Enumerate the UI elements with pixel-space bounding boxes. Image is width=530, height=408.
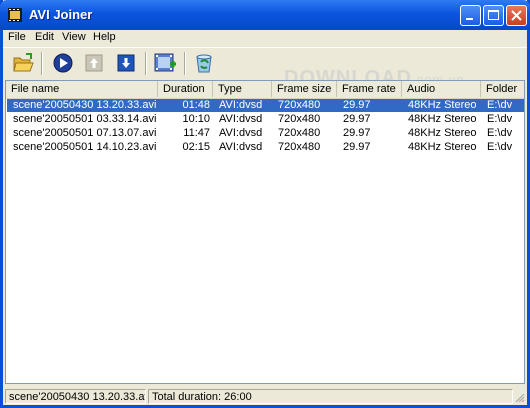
list-header: File name Duration Type Frame size Frame… (6, 81, 524, 99)
app-window: AVI Joiner File Edit View Help DOWNLOAD … (0, 0, 530, 408)
cell-type: AVI:dvsd (219, 127, 263, 139)
menu-help[interactable]: Help (93, 31, 116, 43)
table-row[interactable]: scene'20050501 07.13.07.avi 11:47 AVI:dv… (7, 127, 524, 140)
cell-duration: 11:47 (183, 127, 210, 139)
cell-file-name: scene'20050501 07.13.07.avi (13, 127, 157, 139)
cell-audio: 48KHz Stereo (408, 127, 477, 139)
menu-bar: File Edit View Help (3, 30, 527, 47)
cell-folder: E:\dv (487, 99, 513, 111)
cell-frame-size: 720x480 (278, 141, 321, 153)
column-header-frame-rate[interactable]: Frame rate (337, 81, 402, 97)
play-icon[interactable] (52, 52, 74, 74)
menu-view[interactable]: View (62, 31, 86, 43)
column-header-audio[interactable]: Audio (402, 81, 481, 97)
file-list[interactable]: File name Duration Type Frame size Frame… (5, 80, 525, 384)
status-total-duration: Total duration: 26:00 (148, 389, 513, 404)
maximize-button[interactable] (483, 5, 504, 26)
table-row[interactable]: scene'20050501 14.10.23.avi 02:15 AVI:dv… (7, 141, 524, 154)
join-film-icon[interactable] (154, 52, 176, 74)
column-header-frame-size[interactable]: Frame size (272, 81, 337, 97)
menu-edit[interactable]: Edit (35, 31, 54, 43)
move-up-icon[interactable] (83, 52, 105, 74)
minimize-icon (466, 18, 473, 20)
column-header-duration[interactable]: Duration (158, 81, 213, 97)
cell-frame-size: 720x480 (278, 99, 321, 111)
status-selected-file: scene'20050430 13.20.33.avi (5, 389, 146, 404)
cell-file-name: scene'20050501 03.33.14.avi (13, 113, 157, 125)
cell-type: AVI:dvsd (219, 141, 263, 153)
column-header-file-name[interactable]: File name (6, 81, 158, 97)
recycle-icon[interactable] (193, 52, 215, 74)
column-header-type[interactable]: Type (213, 81, 272, 97)
maximize-icon (488, 10, 499, 20)
toolbar-separator (41, 52, 43, 75)
cell-frame-rate: 29.97 (343, 99, 371, 111)
cell-audio: 48KHz Stereo (408, 141, 477, 153)
column-header-folder[interactable]: Folder (481, 81, 524, 97)
folder-open-icon[interactable] (12, 52, 34, 74)
resize-grip-icon[interactable] (514, 392, 525, 403)
toolbar-separator (184, 52, 186, 75)
cell-folder: E:\dv (487, 127, 513, 139)
table-row[interactable]: scene'20050430 13.20.33.avi 01:48 AVI:dv… (7, 99, 524, 112)
cell-duration: 02:15 (182, 141, 210, 153)
cell-audio: 48KHz Stereo (408, 99, 477, 111)
cell-duration: 01:48 (182, 99, 210, 111)
window-title: AVI Joiner (29, 7, 93, 22)
toolbar-separator (145, 52, 147, 75)
status-bar: scene'20050430 13.20.33.avi Total durati… (3, 387, 527, 405)
title-bar[interactable]: AVI Joiner (0, 0, 530, 30)
move-down-icon[interactable] (115, 52, 137, 74)
close-icon (511, 10, 522, 21)
film-icon (8, 8, 22, 22)
menu-file[interactable]: File (8, 31, 26, 43)
cell-frame-rate: 29.97 (343, 127, 371, 139)
close-button[interactable] (506, 5, 527, 26)
cell-file-name: scene'20050501 14.10.23.avi (13, 141, 157, 153)
cell-frame-size: 720x480 (278, 113, 321, 125)
cell-frame-size: 720x480 (278, 127, 321, 139)
cell-folder: E:\dv (487, 141, 513, 153)
cell-duration: 10:10 (182, 113, 210, 125)
cell-type: AVI:dvsd (219, 113, 263, 125)
cell-frame-rate: 29.97 (343, 141, 371, 153)
cell-audio: 48KHz Stereo (408, 113, 477, 125)
table-row[interactable]: scene'20050501 03.33.14.avi 10:10 AVI:dv… (7, 113, 524, 126)
cell-folder: E:\dv (487, 113, 513, 125)
cell-file-name: scene'20050430 13.20.33.avi (13, 99, 157, 111)
cell-frame-rate: 29.97 (343, 113, 371, 125)
cell-type: AVI:dvsd (219, 99, 263, 111)
minimize-button[interactable] (460, 5, 481, 26)
